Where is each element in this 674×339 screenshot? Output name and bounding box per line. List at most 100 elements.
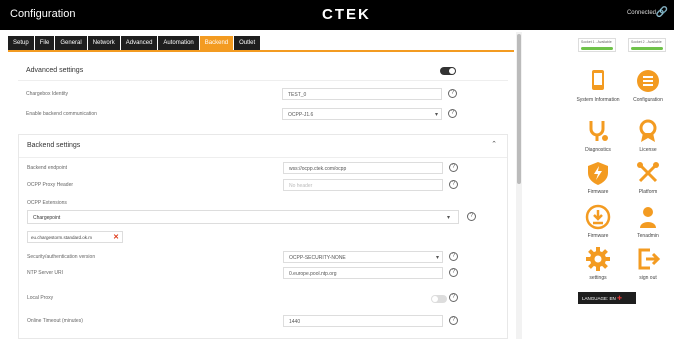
socket-status-2[interactable]: Socket 2 - Available (628, 38, 666, 52)
ocpp-version-label: Enable backend communication (26, 111, 97, 117)
remove-icon[interactable]: ✕ (113, 233, 119, 241)
advanced-settings-toggle[interactable] (440, 67, 456, 75)
chargebox-identity-input[interactable]: TEST_0 (282, 88, 442, 100)
local-proxy-row: Local Proxy ? (27, 292, 477, 306)
backend-endpoint-input[interactable]: wss://ocpp.ctek.com/ocpp (283, 162, 443, 174)
diagnostics-label: Diagnostics (585, 147, 611, 153)
main-scrollbar[interactable] (516, 32, 522, 339)
chargebox-identity-row: Chargebox Identity TEST_0 ? (26, 88, 476, 102)
backend-endpoint-label: Backend endpoint (27, 165, 68, 171)
help-icon[interactable]: ? (449, 293, 458, 302)
award-icon (639, 119, 657, 142)
advanced-settings-header: Advanced settings (18, 61, 508, 81)
help-icon[interactable]: ? (448, 109, 457, 118)
chevron-up-icon[interactable]: ⌃ (491, 140, 497, 148)
ntp-server-input[interactable]: 0.europe.pool.ntp.org (283, 267, 443, 279)
tab-setup[interactable]: Setup (8, 36, 34, 50)
local-proxy-label: Local Proxy (27, 295, 54, 301)
proxy-header-label: OCPP Proxy Header (27, 182, 74, 188)
chevron-down-icon[interactable]: ▾ (436, 254, 439, 261)
app-title: Configuration (10, 8, 76, 20)
local-proxy-toggle[interactable] (431, 295, 447, 303)
tab-file[interactable]: File (34, 36, 55, 50)
license-label: License (639, 147, 657, 153)
online-timeout-row: Online Timeout (minutes) 1440 ? (27, 315, 477, 329)
language-selector[interactable]: LANGUAGE: EN ✚ (578, 292, 636, 304)
ntp-server-row: NTP Server URI 0.europe.pool.ntp.org ? (27, 267, 477, 281)
license-button[interactable]: License (624, 118, 672, 166)
backend-endpoint-row: Backend endpoint wss://ocpp.ctek.com/ocp… (27, 162, 477, 176)
diagnostics-button[interactable]: Diagnostics (574, 118, 622, 166)
proxy-header-row: OCPP Proxy Header No header ? (27, 179, 477, 193)
tab-automation[interactable]: Automation (158, 36, 199, 50)
divider (19, 157, 507, 158)
socket-2-label: Socket 2 - Available (631, 40, 662, 44)
tenadmin-label: Tenadmin (637, 233, 659, 239)
socket-1-label: Socket 1 - Available (581, 40, 612, 44)
firmware-update-label: Firmware (587, 189, 609, 195)
online-timeout-label: Online Timeout (minutes) (27, 318, 83, 324)
sign-out-button[interactable]: sign out (624, 246, 672, 294)
ntp-server-label: NTP Server URI (27, 270, 64, 276)
help-icon[interactable]: ? (449, 180, 458, 189)
ocpp-version-select[interactable]: OCPP-J1.6 (282, 108, 442, 120)
security-version-select[interactable]: OCPP-SECURITY-NONE (283, 251, 443, 263)
download-circle-icon (585, 204, 611, 230)
online-timeout-input[interactable]: 1440 (283, 315, 443, 327)
tools-icon (637, 162, 659, 183)
configuration-label: Configuration (633, 97, 663, 103)
ocpp-extensions-value: Chargepoint (33, 215, 61, 221)
ctek-logo: CTEK (322, 6, 371, 23)
firmware-button[interactable]: Firmware (574, 204, 622, 252)
sign-out-label: sign out (639, 275, 657, 281)
security-version-row: Security/authentication version OCPP-SEC… (27, 251, 477, 265)
advanced-settings-title: Advanced settings (26, 67, 84, 74)
tab-backend[interactable]: Backend (199, 36, 234, 50)
user-icon (640, 207, 656, 228)
language-label: LANGUAGE: EN (582, 296, 616, 301)
shield-bolt-icon (588, 162, 608, 185)
platform-label: Platform (638, 189, 658, 195)
tab-network[interactable]: Network (87, 36, 120, 50)
help-icon[interactable]: ? (449, 163, 458, 172)
gear-icon (586, 247, 610, 271)
extension-chip-label: eu.chargestorm.standard.ok.m (31, 235, 93, 240)
sign-out-icon (638, 248, 661, 270)
platform-button[interactable]: Platform (624, 160, 672, 208)
tab-general[interactable]: General (55, 36, 87, 50)
settings-label: settings (589, 275, 607, 281)
list-circle-icon (637, 70, 659, 92)
system-information-label: System Information (576, 97, 620, 103)
tab-bar: Setup File General Network Advanced Auto… (8, 36, 261, 50)
settings-button[interactable]: settings (574, 246, 622, 294)
top-bar: Configuration CTEK Connected 🔗 (0, 0, 674, 30)
proxy-header-input[interactable]: No header (283, 179, 443, 191)
firmware-update-button[interactable]: Firmware (574, 160, 622, 208)
right-sidebar: Socket 1 - Available Socket 2 - Availabl… (566, 32, 674, 339)
help-icon[interactable]: ? (449, 268, 458, 277)
tab-outlet[interactable]: Outlet (234, 36, 261, 50)
tab-advanced[interactable]: Advanced (120, 36, 158, 50)
help-icon[interactable]: ? (467, 212, 476, 221)
backend-settings-section: Backend settings ⌃ Backend endpoint wss:… (18, 134, 508, 339)
chevron-down-icon[interactable]: ▾ (447, 214, 450, 221)
configuration-button[interactable]: Configuration (624, 68, 672, 116)
socket-status-1[interactable]: Socket 1 - Available (578, 38, 616, 52)
chargebox-identity-label: Chargebox Identity (26, 91, 68, 97)
socket-1-status-bar (581, 47, 613, 50)
chevron-down-icon[interactable]: ▾ (435, 111, 438, 118)
help-icon[interactable]: ? (448, 89, 457, 98)
backend-settings-title: Backend settings (27, 142, 81, 149)
uk-flag-icon: ✚ (617, 296, 623, 302)
system-information-button[interactable]: System Information (574, 68, 622, 116)
scrollbar-thumb[interactable] (517, 34, 521, 184)
firmware-label: Firmware (587, 233, 609, 239)
tenadmin-button[interactable]: Tenadmin (624, 204, 672, 252)
help-icon[interactable]: ? (449, 252, 458, 261)
extension-chip: eu.chargestorm.standard.ok.m ✕ (27, 231, 123, 243)
help-icon[interactable]: ? (449, 316, 458, 325)
stethoscope-icon (589, 121, 608, 141)
ocpp-version-row: Enable backend communication OCPP-J1.6 ▾… (26, 108, 476, 122)
ocpp-extensions-select[interactable]: Chargepoint ▾ (27, 210, 459, 224)
main-panel: Advanced settings Chargebox Identity TES… (8, 52, 514, 339)
